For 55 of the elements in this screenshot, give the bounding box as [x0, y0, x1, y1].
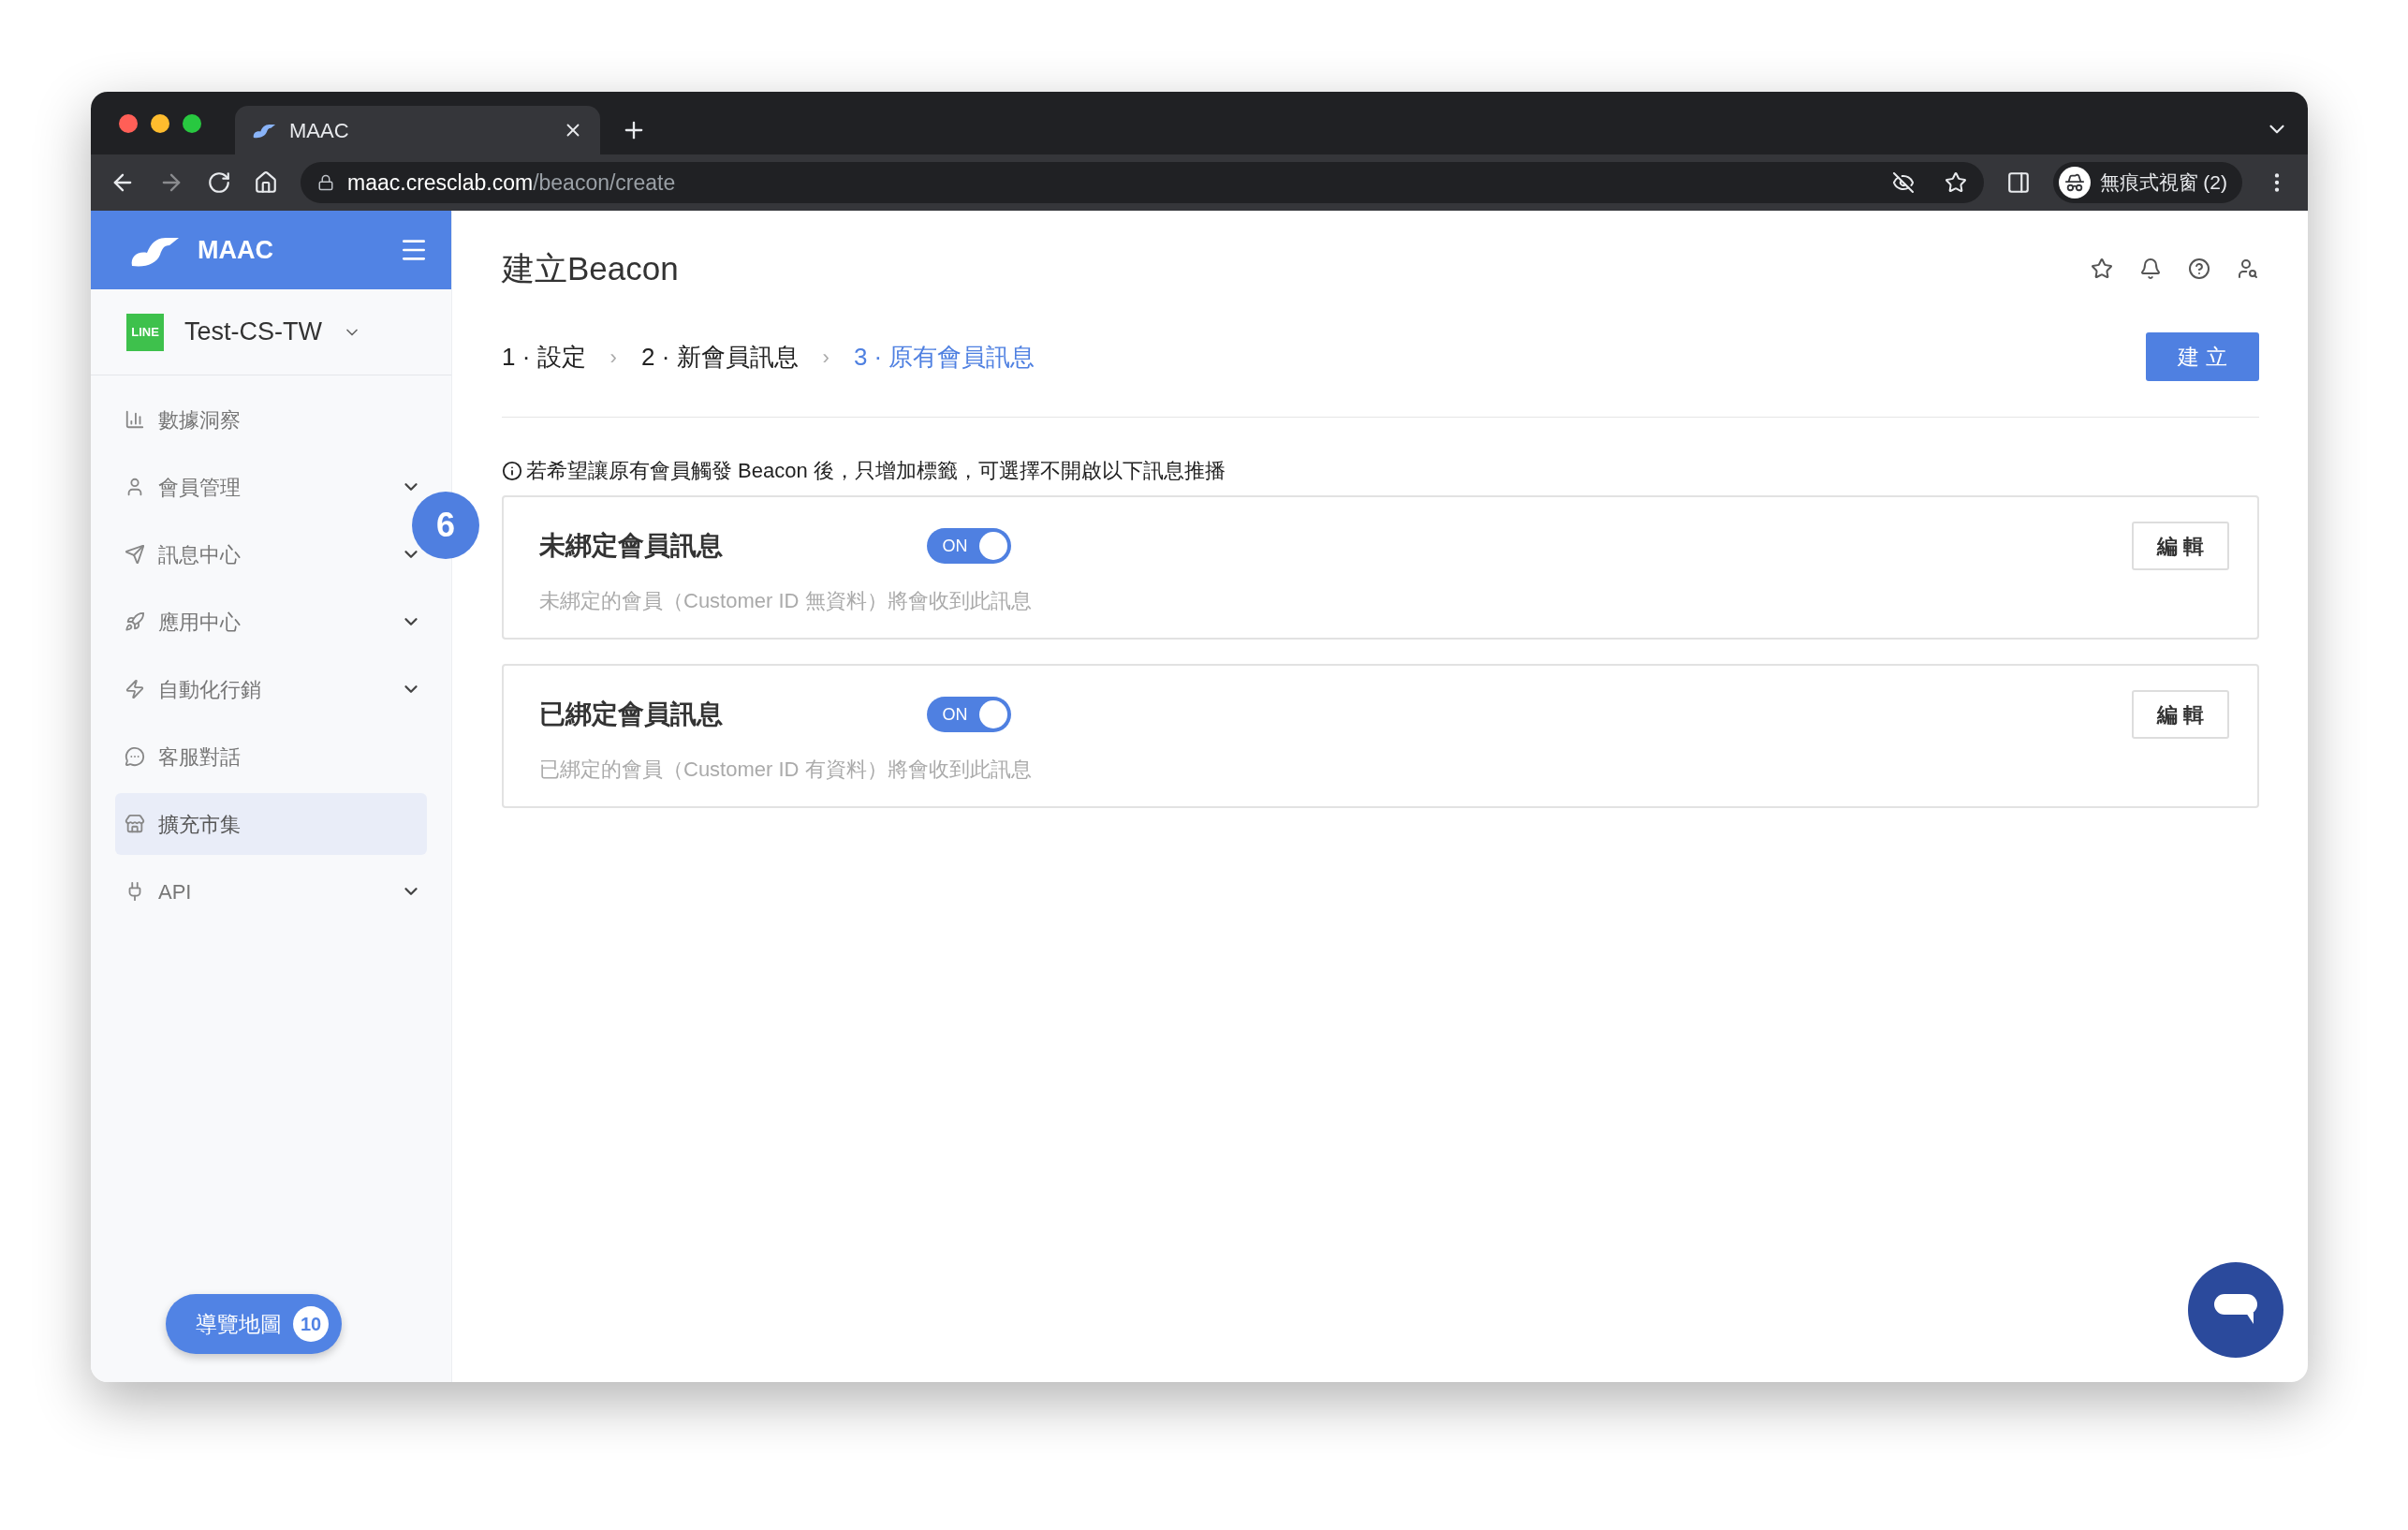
brand-name: MAAC	[198, 234, 273, 266]
sidebar-item[interactable]: API	[115, 861, 427, 922]
create-button[interactable]: 建 立	[2146, 332, 2259, 381]
reload-icon[interactable]	[207, 170, 231, 195]
tour-map-button[interactable]: 導覽地圖 10	[166, 1294, 342, 1354]
card-description: 未綁定的會員（Customer ID 無資料）將會收到此訊息	[539, 588, 1033, 614]
card-title: 未綁定會員訊息	[539, 530, 724, 562]
incognito-icon	[2058, 167, 2091, 199]
browser-tab[interactable]: MAAC	[235, 106, 600, 154]
address-field[interactable]: maac.cresclab.com/beacon/create	[301, 162, 1984, 203]
sidebar-item[interactable]: 應用中心	[115, 591, 427, 653]
help-icon[interactable]	[2188, 257, 2210, 280]
side-panel-icon[interactable]	[2005, 170, 2031, 195]
chevron-right-icon: ›	[822, 341, 830, 373]
url-text: maac.cresclab.com/beacon/create	[347, 169, 676, 197]
toggle-switch[interactable]: ON	[927, 528, 1011, 564]
step-tab[interactable]: 2 · 新會員訊息	[640, 338, 799, 375]
card-title: 已綁定會員訊息	[539, 699, 724, 730]
close-window-icon[interactable]	[119, 113, 138, 133]
page-title: 建立Beacon	[502, 248, 680, 288]
rocket-icon	[125, 611, 145, 632]
send-icon	[125, 544, 145, 565]
profile-chip[interactable]: 無痕式視窗 (2)	[2052, 162, 2242, 203]
step-tab[interactable]: 3 · 原有會員訊息	[853, 338, 1035, 375]
step-number-tooltip: 6	[412, 492, 479, 559]
chevron-right-icon: ›	[609, 341, 617, 373]
store-icon	[125, 814, 145, 834]
account-selector[interactable]: LINE Test-CS-TW	[91, 289, 451, 375]
chart-icon	[125, 409, 145, 430]
tab-title: MAAC	[289, 117, 350, 144]
zoom-window-icon[interactable]	[183, 113, 201, 133]
sidebar-item[interactable]: 自動化行銷	[115, 658, 427, 720]
line-badge: LINE	[126, 313, 164, 351]
chat-icon	[125, 746, 145, 767]
lock-icon	[317, 174, 334, 191]
edit-button[interactable]: 編 輯	[2132, 522, 2229, 570]
step-tab[interactable]: 1 · 設定	[502, 338, 586, 375]
user-icon[interactable]	[2237, 257, 2259, 280]
notice-text: 若希望讓原有會員觸發 Beacon 後，只增加標籤，可選擇不開啟以下訊息推播	[526, 458, 1226, 484]
minimize-window-icon[interactable]	[151, 113, 169, 133]
toggle-switch[interactable]: ON	[927, 697, 1011, 732]
sidebar-item[interactable]: 數據洞察	[115, 389, 427, 450]
home-icon[interactable]	[254, 170, 278, 195]
sidebar-item[interactable]: 擴充市集	[115, 793, 427, 855]
info-icon	[502, 460, 522, 481]
lightning-icon	[125, 679, 145, 699]
favicon-icon	[252, 122, 276, 139]
card-description: 已綁定的會員（Customer ID 有資料）將會收到此訊息	[539, 757, 1033, 783]
bell-icon[interactable]	[2139, 257, 2162, 280]
star-icon[interactable]	[2091, 257, 2113, 280]
eye-off-icon[interactable]	[1891, 171, 1915, 194]
edit-button[interactable]: 編 輯	[2132, 690, 2229, 739]
sidebar-item[interactable]: 客服對話	[115, 726, 427, 787]
bookmark-icon[interactable]	[1944, 171, 1967, 194]
count-badge: 10	[293, 1306, 329, 1342]
